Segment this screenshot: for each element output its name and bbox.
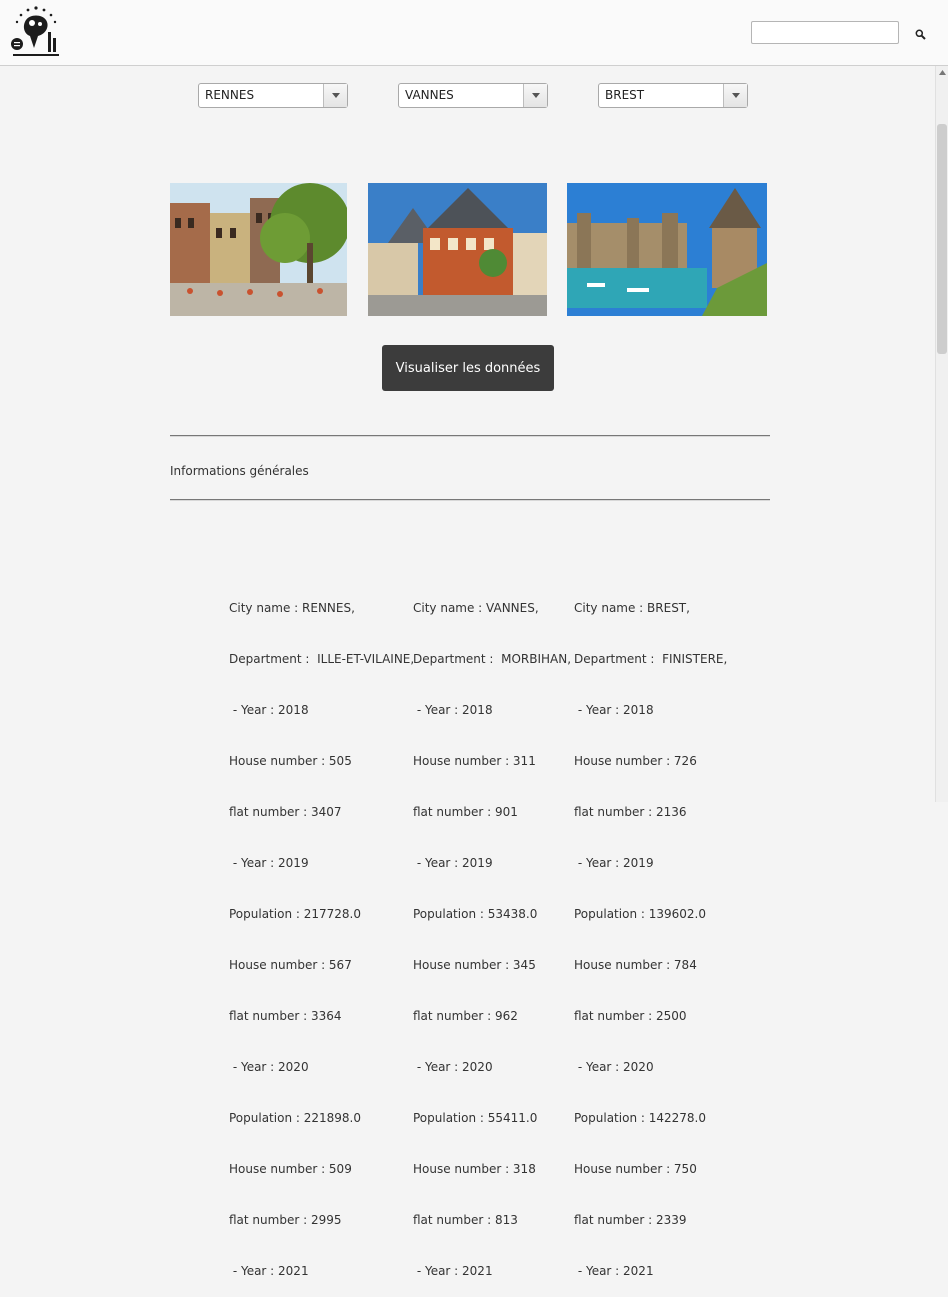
info-line: Department : MORBIHAN,	[413, 652, 572, 666]
info-line: - Year : 2020	[574, 1060, 654, 1074]
city-info-vannes: City name : VANNES, Department : MORBIHA…	[413, 566, 571, 1297]
visualize-data-button[interactable]: Visualiser les données	[382, 345, 554, 391]
info-line: - Year : 2021	[229, 1264, 309, 1278]
info-line: City name : BREST,	[574, 601, 690, 615]
scroll-thumb[interactable]	[937, 124, 947, 354]
scroll-up-button[interactable]	[938, 68, 946, 76]
info-line: - Year : 2019	[413, 856, 493, 870]
info-line: Population : 221898.0	[229, 1111, 361, 1125]
info-line: City name : RENNES,	[229, 601, 355, 615]
vertical-scrollbar[interactable]	[935, 66, 948, 802]
city-select-2[interactable]: VANNES	[398, 83, 548, 108]
section-separator-bottom	[170, 499, 770, 501]
city-image-rennes	[170, 183, 347, 316]
info-line: City name : VANNES,	[413, 601, 539, 615]
city-info-rennes: City name : RENNES, Department : ILLE-ET…	[229, 566, 414, 1297]
city-select-2-value: VANNES	[405, 88, 454, 102]
info-line: Population : 53438.0	[413, 907, 538, 921]
info-line: flat number : 2136	[574, 805, 687, 819]
info-line: House number : 750	[574, 1162, 697, 1176]
info-line: - Year : 2018	[574, 703, 654, 717]
info-line: Population : 55411.0	[413, 1111, 538, 1125]
app-logo[interactable]	[8, 4, 64, 60]
info-line: flat number : 901	[413, 805, 518, 819]
info-line: House number : 318	[413, 1162, 536, 1176]
info-line: - Year : 2020	[229, 1060, 309, 1074]
info-line: House number : 345	[413, 958, 536, 972]
info-line: House number : 784	[574, 958, 697, 972]
city-select-1[interactable]: RENNES	[198, 83, 348, 108]
city-select-3-value: BREST	[605, 88, 645, 102]
info-line: flat number : 2995	[229, 1213, 342, 1227]
section-separator-top	[170, 435, 770, 437]
info-line: Department : FINISTERE,	[574, 652, 728, 666]
info-line: House number : 311	[413, 754, 536, 768]
info-line: House number : 505	[229, 754, 352, 768]
top-bar	[0, 0, 948, 66]
info-line: House number : 567	[229, 958, 352, 972]
city-select-1-value: RENNES	[205, 88, 255, 102]
chevron-down-icon[interactable]	[523, 84, 547, 107]
info-line: House number : 726	[574, 754, 697, 768]
section-title: Informations générales	[170, 464, 309, 478]
info-line: flat number : 2500	[574, 1009, 687, 1023]
info-line: - Year : 2020	[413, 1060, 493, 1074]
info-line: - Year : 2018	[229, 703, 309, 717]
info-line: Population : 142278.0	[574, 1111, 706, 1125]
info-line: House number : 509	[229, 1162, 352, 1176]
info-line: - Year : 2018	[413, 703, 493, 717]
info-line: flat number : 3364	[229, 1009, 342, 1023]
city-info-brest: City name : BREST, Department : FINISTER…	[574, 566, 727, 1297]
info-line: Department : ILLE-ET-VILAINE,	[229, 652, 415, 666]
info-line: flat number : 962	[413, 1009, 518, 1023]
info-line: flat number : 2339	[574, 1213, 687, 1227]
city-image-brest	[567, 183, 767, 316]
info-line: - Year : 2021	[574, 1264, 654, 1278]
city-select-3[interactable]: BREST	[598, 83, 748, 108]
city-image-vannes	[368, 183, 547, 316]
search-button[interactable]	[910, 24, 930, 44]
info-line: Population : 217728.0	[229, 907, 361, 921]
search-icon	[915, 29, 926, 40]
info-line: - Year : 2019	[229, 856, 309, 870]
chevron-down-icon[interactable]	[723, 84, 747, 107]
info-line: - Year : 2019	[574, 856, 654, 870]
info-line: - Year : 2021	[413, 1264, 493, 1278]
info-line: Population : 139602.0	[574, 907, 706, 921]
search-input[interactable]	[751, 21, 899, 44]
info-line: flat number : 813	[413, 1213, 518, 1227]
chevron-down-icon[interactable]	[323, 84, 347, 107]
info-line: flat number : 3407	[229, 805, 342, 819]
